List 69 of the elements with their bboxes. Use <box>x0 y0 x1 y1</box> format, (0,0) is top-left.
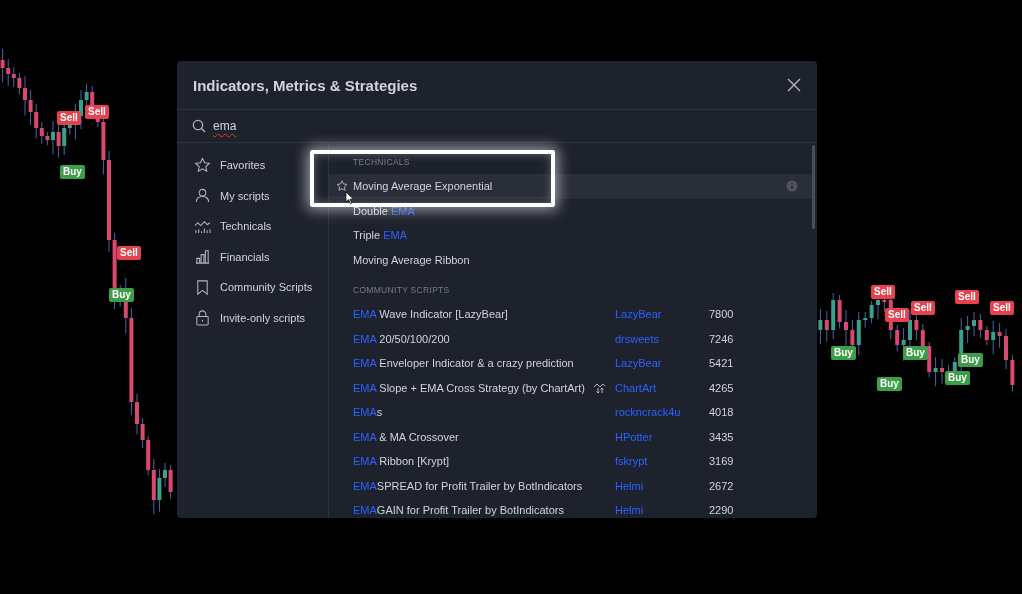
script-name[interactable]: Moving Average Exponential <box>353 180 493 193</box>
favorite-star-icon[interactable] <box>336 180 348 193</box>
result-row[interactable]: Triple EMA <box>329 223 812 248</box>
dialog-title: Indicators, Metrics & Strategies <box>193 76 418 94</box>
script-name[interactable]: EMA Ribbon [Krypt] <box>353 455 449 468</box>
usage-count: 3169 <box>709 455 734 468</box>
sidebar-item[interactable]: Financials <box>177 241 328 272</box>
script-name[interactable]: EMA Wave Indicator [LazyBear] <box>353 308 508 321</box>
user-icon <box>194 187 211 205</box>
usage-count: 3435 <box>709 430 734 443</box>
script-name[interactable]: EMASPREAD for Profit Trailer by BotIndicators <box>353 479 583 492</box>
script-name[interactable]: Moving Average Ribbon <box>353 253 470 266</box>
result-row[interactable]: EMA Slope + EMA Cross Strategy (by ChartArt) ChartArt 4265 <box>329 375 812 400</box>
result-row[interactable]: EMA Enveloper Indicator & a crazy prediction LazyBear 5421 <box>329 351 812 376</box>
sell-signal-label: Sell <box>85 105 109 119</box>
buy-signal-label: Buy <box>958 353 983 367</box>
section-heading: COMMUNITY SCRIPTS <box>352 284 451 297</box>
usage-count: 4265 <box>709 381 734 394</box>
script-name[interactable]: Triple EMA <box>353 229 407 242</box>
sidebar-item[interactable]: Favorites <box>177 150 328 181</box>
result-row[interactable]: EMA Ribbon [Krypt] fskrypt 3169 <box>329 449 812 474</box>
sidebar-item[interactable]: Technicals <box>177 211 328 242</box>
buy-signal-label: Buy <box>60 165 85 179</box>
cursor-icon <box>345 191 354 204</box>
lock-icon <box>194 309 211 327</box>
result-row[interactable]: EMAGAIN for Profit Trailer by BotIndicators Helmi 2290 <box>329 498 812 518</box>
sell-signal-label: Sell <box>885 308 909 322</box>
bookmark-icon <box>194 278 211 296</box>
sell-signal-label: Sell <box>990 301 1014 315</box>
script-name[interactable]: EMAs <box>353 406 383 419</box>
sidebar-item[interactable]: My scripts <box>177 180 328 211</box>
usage-count: 4018 <box>709 406 734 419</box>
search-icon <box>192 119 206 133</box>
usage-count: 7800 <box>709 308 734 321</box>
close-icon[interactable] <box>787 78 801 92</box>
sell-signal-label: Sell <box>955 290 979 304</box>
result-row[interactable]: EMASPREAD for Profit Trailer by BotIndicators Helmi 2672 <box>329 473 812 498</box>
usage-count: 2672 <box>709 479 734 492</box>
script-name[interactable]: EMA Enveloper Indicator & a crazy prediction <box>353 357 574 370</box>
usage-count: 7246 <box>709 332 734 345</box>
usage-count: 5421 <box>709 357 734 370</box>
buy-signal-label: Buy <box>877 377 902 391</box>
sell-signal-label: Sell <box>57 111 81 125</box>
result-row[interactable]: Moving Average Ribbon <box>329 247 812 272</box>
result-row[interactable]: Moving Average Exponential <box>329 174 812 199</box>
sell-signal-label: Sell <box>871 285 895 299</box>
sidebar-item[interactable]: Community Scripts <box>177 272 328 303</box>
result-row[interactable]: EMA 20/50/100/200 drsweets 7246 <box>329 326 812 351</box>
script-name[interactable]: EMA & MA Crossover <box>353 430 459 443</box>
result-row[interactable]: EMA & MA Crossover HPotter 3435 <box>329 424 812 449</box>
script-name[interactable]: EMAGAIN for Profit Trailer by BotIndicators <box>353 504 564 517</box>
section-heading: TECHNICALS <box>352 156 411 169</box>
scrollbar-thumb[interactable] <box>812 145 815 229</box>
bar-chart-icon <box>194 248 211 266</box>
sidebar-item[interactable]: Invite-only scripts <box>177 302 328 333</box>
sell-signal-label: Sell <box>117 246 141 260</box>
search-field[interactable]: ema <box>213 119 237 133</box>
script-name[interactable]: Double EMA <box>353 204 415 217</box>
buy-signal-label: Buy <box>831 346 856 360</box>
script-name[interactable]: EMA Slope + EMA Cross Strategy (by ChartArt) <box>353 381 585 394</box>
star-icon <box>194 156 211 174</box>
sell-signal-label: Sell <box>911 301 935 315</box>
result-row[interactable]: EMAs rockncrack4u 4018 <box>329 400 812 425</box>
script-name[interactable]: EMA 20/50/100/200 <box>353 332 450 345</box>
buy-signal-label: Buy <box>109 288 134 302</box>
buy-signal-label: Buy <box>945 371 970 385</box>
usage-count: 2290 <box>709 504 734 517</box>
result-row[interactable]: EMA Wave Indicator [LazyBear] LazyBear 7800 <box>329 302 812 327</box>
buy-signal-label: Buy <box>903 346 928 360</box>
